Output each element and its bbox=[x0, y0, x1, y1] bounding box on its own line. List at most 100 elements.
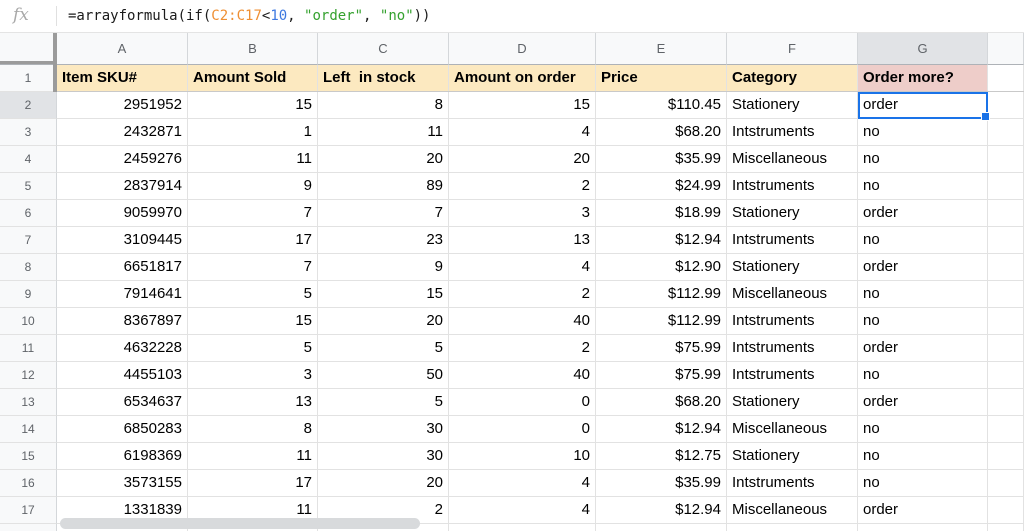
cell-B8[interactable]: 7 bbox=[188, 254, 318, 281]
cell-H2[interactable] bbox=[988, 92, 1024, 119]
cell-E4[interactable]: $35.99 bbox=[596, 146, 727, 173]
row-header-1[interactable]: 1 bbox=[0, 65, 57, 92]
cell-G13[interactable]: order bbox=[858, 389, 988, 416]
cell-F3[interactable]: Intstruments bbox=[727, 119, 858, 146]
cell-E3[interactable]: $68.20 bbox=[596, 119, 727, 146]
cell-G15[interactable]: no bbox=[858, 443, 988, 470]
row-header-5[interactable]: 5 bbox=[0, 173, 57, 200]
cell-E2[interactable]: $110.45 bbox=[596, 92, 727, 119]
cell-F16[interactable]: Intstruments bbox=[727, 470, 858, 497]
cell-C2[interactable]: 8 bbox=[318, 92, 449, 119]
cell-F11[interactable]: Intstruments bbox=[727, 335, 858, 362]
cell-G12[interactable]: no bbox=[858, 362, 988, 389]
cell-G17[interactable]: order bbox=[858, 497, 988, 524]
cell-C8[interactable]: 9 bbox=[318, 254, 449, 281]
cell-B12[interactable]: 3 bbox=[188, 362, 318, 389]
cell-A7[interactable]: 3109445 bbox=[57, 227, 188, 254]
cell-D12[interactable]: 40 bbox=[449, 362, 596, 389]
cell-B6[interactable]: 7 bbox=[188, 200, 318, 227]
cell-G5[interactable]: no bbox=[858, 173, 988, 200]
cell-G7[interactable]: no bbox=[858, 227, 988, 254]
cell-B2[interactable]: 15 bbox=[188, 92, 318, 119]
cell-H14[interactable] bbox=[988, 416, 1024, 443]
cell-C16[interactable]: 20 bbox=[318, 470, 449, 497]
cell-H1[interactable] bbox=[988, 65, 1024, 92]
row-header-11[interactable]: 11 bbox=[0, 335, 57, 362]
cell-E12[interactable]: $75.99 bbox=[596, 362, 727, 389]
cell-B15[interactable]: 11 bbox=[188, 443, 318, 470]
cell-G18[interactable] bbox=[858, 524, 988, 531]
cell-C13[interactable]: 5 bbox=[318, 389, 449, 416]
row-header-3[interactable]: 3 bbox=[0, 119, 57, 146]
cell-B1[interactable]: Amount Sold bbox=[188, 65, 318, 92]
cell-F6[interactable]: Stationery bbox=[727, 200, 858, 227]
cell-D7[interactable]: 13 bbox=[449, 227, 596, 254]
column-header-partial[interactable] bbox=[988, 33, 1024, 65]
cell-D9[interactable]: 2 bbox=[449, 281, 596, 308]
cell-F15[interactable]: Stationery bbox=[727, 443, 858, 470]
cell-A11[interactable]: 4632228 bbox=[57, 335, 188, 362]
column-header-B[interactable]: B bbox=[188, 33, 318, 65]
cell-E1[interactable]: Price bbox=[596, 65, 727, 92]
cell-B10[interactable]: 15 bbox=[188, 308, 318, 335]
row-header-9[interactable]: 9 bbox=[0, 281, 57, 308]
row-header-17[interactable]: 17 bbox=[0, 497, 57, 524]
cell-D1[interactable]: Amount on order bbox=[449, 65, 596, 92]
horizontal-scrollbar-thumb[interactable] bbox=[60, 518, 420, 529]
cell-H16[interactable] bbox=[988, 470, 1024, 497]
cell-D3[interactable]: 4 bbox=[449, 119, 596, 146]
cell-H10[interactable] bbox=[988, 308, 1024, 335]
cell-E10[interactable]: $112.99 bbox=[596, 308, 727, 335]
cell-D10[interactable]: 40 bbox=[449, 308, 596, 335]
cell-A8[interactable]: 6651817 bbox=[57, 254, 188, 281]
cell-C14[interactable]: 30 bbox=[318, 416, 449, 443]
row-header-10[interactable]: 10 bbox=[0, 308, 57, 335]
cell-H11[interactable] bbox=[988, 335, 1024, 362]
cell-H15[interactable] bbox=[988, 443, 1024, 470]
cell-F1[interactable]: Category bbox=[727, 65, 858, 92]
cell-B4[interactable]: 11 bbox=[188, 146, 318, 173]
fill-handle[interactable] bbox=[981, 112, 990, 121]
cell-F5[interactable]: Intstruments bbox=[727, 173, 858, 200]
cell-B14[interactable]: 8 bbox=[188, 416, 318, 443]
row-header-2[interactable]: 2 bbox=[0, 92, 57, 119]
cell-C4[interactable]: 20 bbox=[318, 146, 449, 173]
column-header-G[interactable]: G bbox=[858, 33, 988, 65]
cell-B16[interactable]: 17 bbox=[188, 470, 318, 497]
cell-B11[interactable]: 5 bbox=[188, 335, 318, 362]
cell-E16[interactable]: $35.99 bbox=[596, 470, 727, 497]
cell-A10[interactable]: 8367897 bbox=[57, 308, 188, 335]
cell-F7[interactable]: Intstruments bbox=[727, 227, 858, 254]
cell-E6[interactable]: $18.99 bbox=[596, 200, 727, 227]
column-header-F[interactable]: F bbox=[727, 33, 858, 65]
row-header-16[interactable]: 16 bbox=[0, 470, 57, 497]
cell-B5[interactable]: 9 bbox=[188, 173, 318, 200]
cell-A4[interactable]: 2459276 bbox=[57, 146, 188, 173]
cell-F2[interactable]: Stationery bbox=[727, 92, 858, 119]
cell-D11[interactable]: 2 bbox=[449, 335, 596, 362]
row-header-6[interactable]: 6 bbox=[0, 200, 57, 227]
cell-G11[interactable]: order bbox=[858, 335, 988, 362]
cell-G16[interactable]: no bbox=[858, 470, 988, 497]
cell-H9[interactable] bbox=[988, 281, 1024, 308]
row-header-7[interactable]: 7 bbox=[0, 227, 57, 254]
cell-C10[interactable]: 20 bbox=[318, 308, 449, 335]
cell-G10[interactable]: no bbox=[858, 308, 988, 335]
cell-C15[interactable]: 30 bbox=[318, 443, 449, 470]
column-header-C[interactable]: C bbox=[318, 33, 449, 65]
formula-input[interactable]: =arrayformula(if(C2:C17<10, "order", "no… bbox=[68, 0, 430, 32]
cell-F9[interactable]: Miscellaneous bbox=[727, 281, 858, 308]
cell-G9[interactable]: no bbox=[858, 281, 988, 308]
cell-G3[interactable]: no bbox=[858, 119, 988, 146]
cell-D18[interactable] bbox=[449, 524, 596, 531]
cell-G14[interactable]: no bbox=[858, 416, 988, 443]
cell-G6[interactable]: order bbox=[858, 200, 988, 227]
cell-H7[interactable] bbox=[988, 227, 1024, 254]
cell-A3[interactable]: 2432871 bbox=[57, 119, 188, 146]
row-header-14[interactable]: 14 bbox=[0, 416, 57, 443]
cell-A2[interactable]: 2951952 bbox=[57, 92, 188, 119]
cell-H13[interactable] bbox=[988, 389, 1024, 416]
cell-F4[interactable]: Miscellaneous bbox=[727, 146, 858, 173]
cell-A15[interactable]: 6198369 bbox=[57, 443, 188, 470]
cell-H18[interactable] bbox=[988, 524, 1024, 531]
